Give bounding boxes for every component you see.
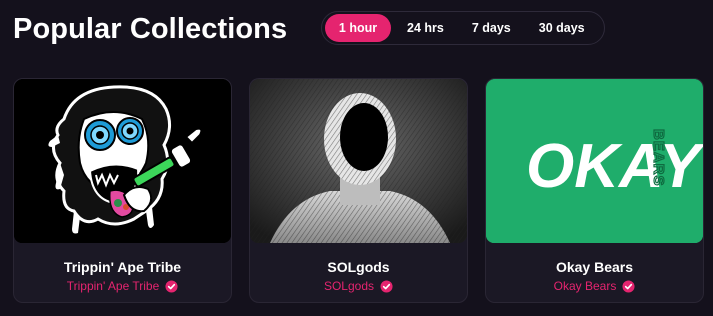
svg-text:BEARS: BEARS bbox=[650, 129, 667, 187]
collection-card-okay-bears[interactable]: OKAY BEARS Okay Bears Okay Bears bbox=[485, 78, 704, 303]
okay-bears-logo: OKAY BEARS bbox=[526, 128, 703, 201]
collection-image-okay-bears: OKAY BEARS bbox=[486, 79, 703, 243]
collection-creator-row: Trippin' Ape Tribe bbox=[14, 279, 231, 293]
timeframe-30-days-button[interactable]: 30 days bbox=[525, 14, 599, 42]
collection-name: SOLgods bbox=[327, 259, 390, 275]
verified-badge-icon bbox=[622, 279, 635, 293]
collection-creator[interactable]: SOLgods bbox=[324, 279, 374, 293]
collection-creator[interactable]: Trippin' Ape Tribe bbox=[67, 279, 160, 293]
verified-badge-icon bbox=[165, 279, 178, 293]
collection-creator-row: SOLgods bbox=[250, 279, 467, 293]
timeframe-selector: 1 hour 24 hrs 7 days 30 days bbox=[321, 11, 605, 45]
collection-image-ape bbox=[14, 79, 231, 243]
collection-image-solgods bbox=[250, 79, 467, 243]
timeframe-7-days-button[interactable]: 7 days bbox=[458, 14, 525, 42]
collection-card-solgods[interactable]: SOLgods SOLgods bbox=[249, 78, 468, 303]
collection-name: Trippin' Ape Tribe bbox=[63, 259, 182, 275]
collection-name: Okay Bears bbox=[555, 259, 634, 275]
collection-creator-row: Okay Bears bbox=[486, 279, 703, 293]
collection-card-trippin-ape-tribe[interactable]: Trippin' Ape Tribe Trippin' Ape Tribe bbox=[13, 78, 232, 303]
svg-text:OKAY: OKAY bbox=[526, 132, 703, 201]
timeframe-24-hrs-button[interactable]: 24 hrs bbox=[393, 14, 458, 42]
verified-badge-icon bbox=[380, 279, 393, 293]
page-title: Popular Collections bbox=[13, 12, 288, 45]
collection-creator[interactable]: Okay Bears bbox=[554, 279, 617, 293]
header: Popular Collections bbox=[13, 10, 287, 48]
collections-grid: Trippin' Ape Tribe Trippin' Ape Tribe SO… bbox=[13, 78, 708, 304]
timeframe-1-hour-button[interactable]: 1 hour bbox=[325, 14, 391, 42]
